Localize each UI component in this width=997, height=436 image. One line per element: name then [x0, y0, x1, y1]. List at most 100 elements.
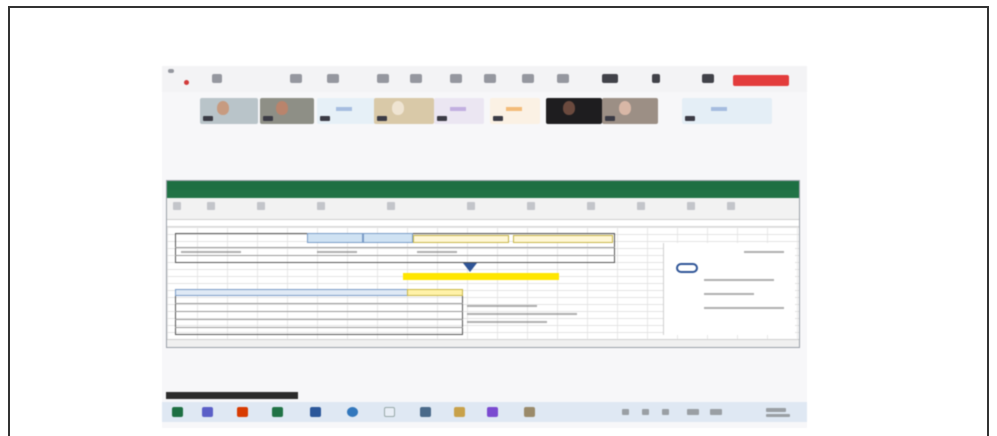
ribbon — [167, 198, 799, 220]
excel-status-bar — [167, 339, 799, 347]
participant-tile[interactable] — [434, 98, 484, 124]
participant-tile[interactable] — [546, 98, 602, 124]
more-icon[interactable] — [522, 74, 534, 83]
styles-icon[interactable] — [527, 202, 535, 210]
panel-text — [744, 251, 784, 253]
align-icon[interactable] — [257, 202, 265, 210]
delete-icon[interactable] — [637, 202, 645, 210]
cell-text — [317, 251, 357, 253]
excel-icon[interactable] — [272, 407, 283, 417]
volume-icon[interactable] — [662, 409, 669, 415]
participant-tile[interactable] — [490, 98, 540, 124]
participant-avatar — [392, 101, 404, 115]
formula-bar[interactable] — [167, 220, 799, 227]
side-panel — [663, 243, 795, 335]
participant-tile[interactable] — [200, 98, 258, 124]
share-icon[interactable] — [702, 74, 714, 83]
mic-off-icon — [203, 116, 213, 121]
edge-icon[interactable] — [347, 407, 358, 417]
excel-title-bar — [167, 181, 799, 190]
mic-off-icon — [437, 116, 447, 121]
camera-icon[interactable] — [602, 74, 618, 83]
store-icon[interactable] — [487, 407, 498, 417]
photo-frame — [8, 6, 989, 436]
mic-off-icon — [320, 116, 330, 121]
panel-text — [704, 279, 774, 281]
participant-tile[interactable] — [260, 98, 314, 124]
company-logo — [676, 263, 698, 273]
table-row — [175, 255, 615, 256]
table-header-cell — [307, 233, 363, 243]
participant-tile[interactable] — [317, 98, 375, 124]
view-icon[interactable] — [450, 74, 462, 83]
photos-icon[interactable] — [420, 407, 431, 417]
react-icon[interactable] — [410, 74, 422, 83]
apps-icon[interactable] — [557, 74, 569, 83]
table-row — [175, 311, 463, 312]
chat-icon[interactable] — [290, 74, 302, 83]
cell-text — [417, 251, 457, 253]
panel-text — [704, 293, 754, 295]
note-text — [467, 313, 577, 315]
recording-icon — [184, 80, 189, 85]
people-icon[interactable] — [327, 74, 339, 83]
chevron-up-icon[interactable] — [622, 409, 629, 415]
panel-text — [704, 307, 784, 309]
table-row — [175, 319, 463, 320]
table-row — [175, 327, 463, 328]
ribbon-tabs[interactable] — [167, 190, 799, 198]
timer-icon — [212, 74, 222, 83]
excel-window[interactable] — [166, 180, 800, 348]
participant-tile[interactable] — [374, 98, 434, 124]
mic-off-icon — [263, 116, 273, 121]
mic-off-icon — [685, 116, 695, 121]
file-explorer-icon[interactable] — [172, 407, 183, 417]
table-row — [175, 247, 615, 248]
notes-icon[interactable] — [484, 74, 496, 83]
battery-icon[interactable] — [687, 409, 699, 415]
sort-filter-icon[interactable] — [687, 202, 695, 210]
chrome-icon[interactable] — [454, 407, 465, 417]
participant-avatar — [217, 101, 230, 115]
raise-hand-icon[interactable] — [377, 74, 389, 83]
network-icon[interactable] — [642, 409, 649, 415]
table-header-cell — [513, 235, 613, 243]
search-bar[interactable] — [166, 392, 298, 399]
table-header-cell — [363, 233, 413, 243]
conditional-format-icon[interactable] — [467, 202, 475, 210]
participant-initials — [450, 107, 466, 111]
teams-icon[interactable] — [202, 407, 213, 417]
date[interactable] — [766, 414, 790, 417]
participant-tile[interactable] — [602, 98, 658, 124]
mail-icon[interactable] — [384, 407, 395, 417]
note-text — [467, 321, 547, 323]
highlight-banner — [403, 273, 559, 280]
find-icon[interactable] — [727, 202, 735, 210]
participant-avatar — [276, 101, 289, 115]
language-icon[interactable] — [710, 409, 722, 415]
paste-icon[interactable] — [173, 202, 181, 210]
clock[interactable] — [766, 408, 786, 412]
cell-text — [181, 251, 241, 253]
table-row — [175, 303, 463, 304]
participant-initials — [710, 107, 727, 111]
participant-avatar — [618, 101, 631, 115]
settings-icon[interactable] — [524, 407, 535, 417]
screenshot-photo — [162, 66, 807, 428]
mic-off-icon — [493, 116, 503, 121]
arrow-down-icon — [463, 263, 477, 272]
table-header-cell — [413, 235, 509, 243]
note-text — [467, 305, 537, 307]
participant-avatar — [562, 101, 575, 115]
font-icon[interactable] — [207, 202, 215, 210]
participant-tile[interactable] — [682, 98, 772, 124]
leave-button[interactable] — [733, 75, 789, 86]
office-icon[interactable] — [237, 407, 248, 417]
participant-initials — [335, 107, 352, 111]
number-format-icon[interactable] — [387, 202, 395, 210]
insert-icon[interactable] — [587, 202, 595, 210]
mic-icon[interactable] — [652, 74, 660, 83]
word-icon[interactable] — [310, 407, 321, 417]
wrap-icon[interactable] — [317, 202, 325, 210]
window-icon — [168, 69, 174, 73]
